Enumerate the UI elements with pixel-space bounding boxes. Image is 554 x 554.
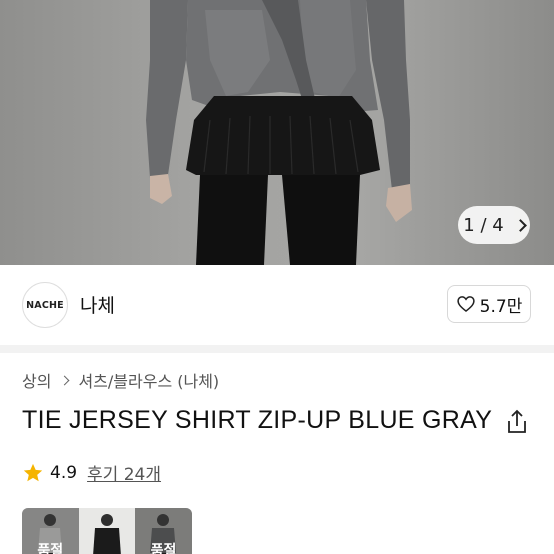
gallery-pager[interactable]: 1 / 4 bbox=[458, 206, 530, 244]
soldout-badge: 품절 bbox=[22, 508, 79, 554]
heart-icon bbox=[456, 296, 475, 313]
option-thumbnails: 품절 품절 bbox=[22, 508, 192, 554]
pager-separator: / bbox=[480, 214, 487, 236]
option-thumbnail[interactable] bbox=[78, 508, 136, 554]
brand-logo[interactable]: NACHE bbox=[22, 282, 68, 328]
breadcrumb: 상의 셔츠/블라우스 (나체) bbox=[22, 368, 219, 392]
pager-current: 1 bbox=[463, 214, 475, 236]
rating-score: 4.9 bbox=[50, 462, 78, 483]
option-photo bbox=[92, 514, 121, 554]
option-thumbnail[interactable]: 품절 bbox=[22, 508, 79, 554]
option-thumbnail[interactable]: 품절 bbox=[135, 508, 192, 554]
share-icon[interactable] bbox=[503, 408, 531, 436]
chevron-right-icon[interactable] bbox=[513, 218, 527, 232]
like-count: 5.7만 bbox=[479, 296, 523, 317]
soldout-badge: 품절 bbox=[135, 508, 192, 554]
brand-name[interactable]: 나체 bbox=[80, 291, 115, 318]
reviews-link[interactable]: 후기 24개 bbox=[87, 460, 161, 485]
rating-row: 4.9 후기 24개 bbox=[22, 460, 161, 485]
chevron-right-icon bbox=[60, 375, 70, 385]
breadcrumb-item-subcategory[interactable]: 셔츠/블라우스 (나체) bbox=[78, 368, 219, 392]
section-divider bbox=[0, 345, 554, 353]
pager-total: 4 bbox=[492, 214, 504, 236]
like-button[interactable]: 5.7만 bbox=[447, 285, 531, 323]
brand-row[interactable]: NACHE 나체 5.7만 bbox=[0, 265, 554, 345]
breadcrumb-item-category[interactable]: 상의 bbox=[22, 368, 51, 392]
product-title: TIE JERSEY SHIRT ZIP-UP BLUE GRAY bbox=[22, 406, 493, 434]
star-icon bbox=[23, 463, 43, 481]
product-image-gallery[interactable]: 1 / 4 bbox=[0, 0, 554, 265]
